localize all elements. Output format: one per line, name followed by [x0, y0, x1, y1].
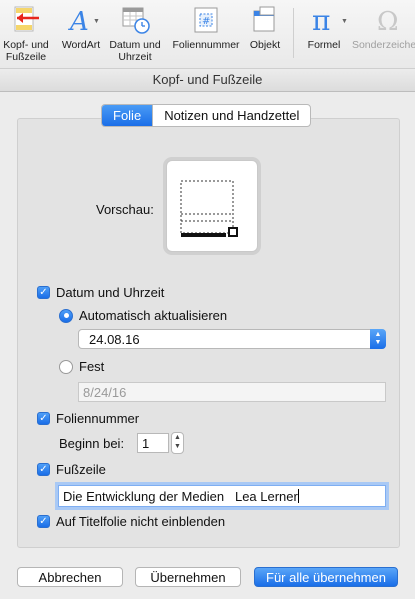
dialog-title: Kopf- und Fußzeile [0, 69, 415, 92]
footer-text-input[interactable]: Die Entwicklung der Medien Lea Lerner [58, 485, 386, 507]
date-time-button[interactable]: Datum und Uhrzeit [106, 4, 164, 63]
slide-number-option-label: Foliennummer [56, 411, 140, 426]
wordart-label: WordArt [61, 39, 101, 51]
slide-number-icon: # [190, 4, 222, 36]
auto-update-radio[interactable]: Automatisch aktualisieren [59, 308, 227, 323]
fixed-date-label: Fest [79, 359, 105, 374]
formula-icon: π [308, 4, 340, 36]
date-format-value: 24.08.16 [89, 332, 140, 347]
formula-label: Formel [307, 39, 341, 51]
start-at-stepper[interactable]: ▲ ▼ [171, 432, 184, 454]
symbol-icon: Ω [371, 4, 403, 36]
svg-text:π: π [312, 5, 330, 35]
date-time-option-label: Datum und Uhrzeit [56, 285, 165, 300]
ribbon-toolbar: Kopf- und Fußzeile A WordArt ▼ Datum und… [0, 0, 415, 69]
hide-on-title-label: Auf Titelfolie nicht einblenden [56, 514, 226, 529]
svg-text:A: A [68, 7, 89, 35]
wordart-chevron-down-icon[interactable]: ▼ [93, 18, 100, 25]
object-button[interactable]: Objekt [244, 4, 286, 51]
date-time-label: Datum und Uhrzeit [109, 39, 161, 63]
header-footer-label: Kopf- und Fußzeile [3, 39, 49, 63]
apply-all-button[interactable]: Für alle übernehmen [254, 567, 398, 587]
preview-thumbnail [166, 160, 258, 252]
tab-notizen-handzettel[interactable]: Notizen und Handzettel [152, 105, 310, 126]
apply-button[interactable]: Übernehmen [135, 567, 241, 587]
footer-checkbox[interactable]: ✓ Fußzeile [37, 462, 106, 477]
object-icon [249, 4, 281, 36]
tab-bar: Folie Notizen und Handzettel [101, 104, 312, 127]
preview-label: Vorschau: [96, 202, 154, 217]
start-at-input[interactable]: 1 [137, 433, 169, 453]
start-at-label: Beginn bei: [59, 436, 125, 451]
fixed-date-radio[interactable]: Fest [59, 359, 104, 374]
auto-update-label: Automatisch aktualisieren [79, 308, 228, 323]
footer-option-label: Fußzeile [56, 462, 106, 477]
checkbox-check-icon: ✓ [37, 412, 50, 425]
symbol-label: Sonderzeichen [351, 39, 415, 51]
svg-text:Ω: Ω [377, 7, 399, 35]
cancel-button[interactable]: Abbrechen [17, 567, 123, 587]
wordart-button[interactable]: A WordArt [54, 4, 108, 51]
ribbon-separator [293, 8, 294, 58]
header-footer-icon [10, 4, 42, 36]
hide-on-title-checkbox[interactable]: ✓ Auf Titelfolie nicht einblenden [37, 514, 225, 529]
text-cursor [297, 489, 299, 503]
formula-button[interactable]: π Formel [298, 4, 350, 51]
slide-number-checkbox[interactable]: ✓ Foliennummer [37, 411, 139, 426]
date-format-select[interactable]: 24.08.16 ▲ ▼ [78, 329, 386, 349]
fixed-date-input[interactable]: 8/24/16 [78, 382, 386, 402]
radio-selected-icon [59, 308, 73, 323]
checkbox-check-icon: ✓ [37, 463, 50, 476]
footer-text-value: Die Entwicklung der Medien Lea Lerner [63, 489, 298, 504]
symbol-button: Ω Sonderzeichen [351, 4, 415, 51]
slide-number-button[interactable]: # Foliennummer [168, 4, 244, 51]
header-footer-button[interactable]: Kopf- und Fußzeile [0, 4, 52, 63]
chevron-updown-icon: ▲ ▼ [370, 329, 386, 349]
date-time-icon [119, 4, 151, 36]
checkbox-check-icon: ✓ [37, 286, 50, 299]
tab-folie[interactable]: Folie [102, 105, 153, 126]
slide-preview-icon [180, 180, 238, 237]
radio-unselected-icon [59, 359, 73, 374]
formula-chevron-down-icon[interactable]: ▼ [341, 18, 348, 25]
slide-number-label: Foliennummer [172, 39, 240, 51]
checkbox-check-icon: ✓ [37, 515, 50, 528]
date-time-checkbox[interactable]: ✓ Datum und Uhrzeit [37, 285, 164, 300]
object-label: Objekt [249, 39, 281, 51]
svg-text:#: # [202, 16, 210, 27]
